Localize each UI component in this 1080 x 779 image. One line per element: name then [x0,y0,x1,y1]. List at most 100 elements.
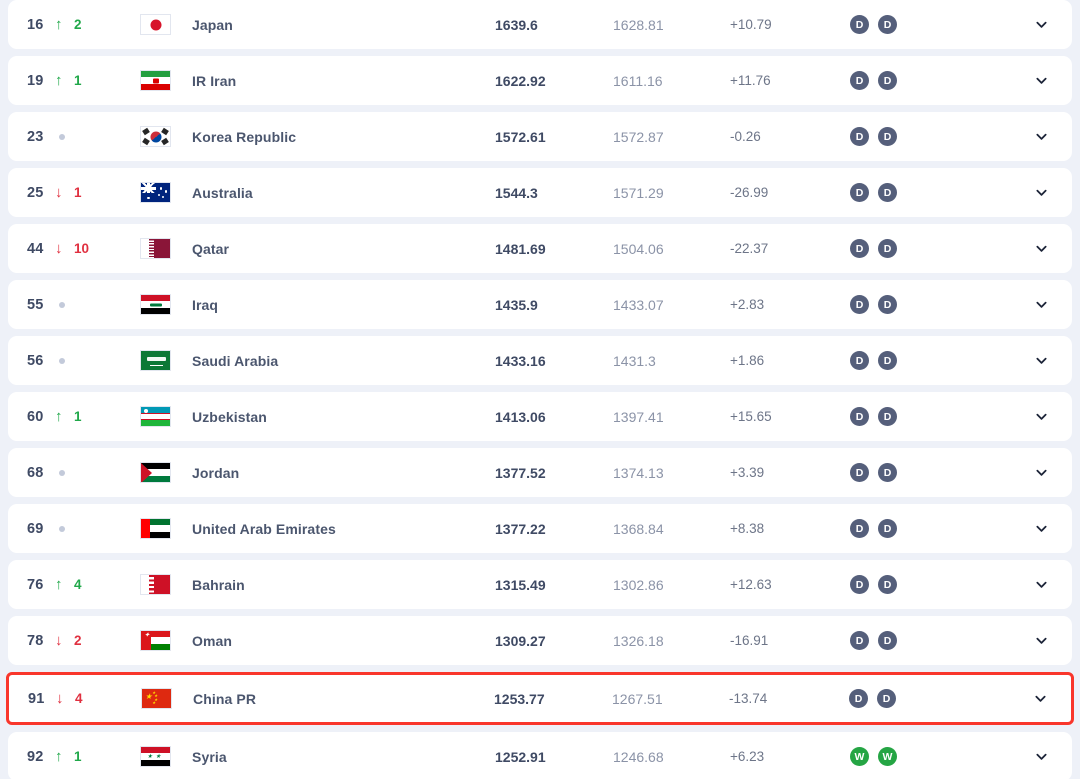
table-row[interactable]: 19 ↑ 1 IR Iran 1622.92 1611.16 +11.76 DD [8,56,1072,105]
form-badge[interactable]: D [878,407,897,426]
form-badge[interactable]: D [877,689,896,708]
form-badge[interactable]: D [850,631,869,650]
country-flag [140,462,192,483]
country-name[interactable]: China PR [193,691,494,707]
form-badge[interactable]: D [878,127,897,146]
table-row[interactable]: 76 ↑ 4 Bahrain 1315.49 1302.86 +12.63 DD [8,560,1072,609]
table-row[interactable]: 68 Jordan 1377.52 1374.13 +3.39 DD [8,448,1072,497]
country-name[interactable]: Uzbekistan [192,409,495,425]
form-badge[interactable]: D [878,575,897,594]
recent-form: DD [850,127,1010,146]
movement-value: 10 [74,241,90,256]
country-name[interactable]: Jordan [192,465,495,481]
chevron-down-icon [1034,692,1047,705]
country-name[interactable]: Korea Republic [192,129,495,145]
form-badge[interactable]: D [878,463,897,482]
movement-value: 4 [74,577,82,592]
country-name[interactable]: Saudi Arabia [192,353,495,369]
form-badge[interactable]: D [878,295,897,314]
form-badge[interactable]: D [850,183,869,202]
arrow-up-icon: ↑ [55,16,63,33]
country-name[interactable]: IR Iran [192,73,495,89]
expand-row-button[interactable] [1010,242,1072,255]
table-row[interactable]: 56 Saudi Arabia 1433.16 1431.3 +1.86 DD [8,336,1072,385]
recent-form: DD [850,295,1010,314]
chevron-down-icon [1035,130,1048,143]
arrow-down-icon: ↓ [55,240,63,257]
expand-row-button[interactable] [1010,578,1072,591]
points-value: 1481.69 [495,240,546,257]
rank-number: 55 [27,296,44,313]
form-badge[interactable]: D [850,519,869,538]
previous-points-value: 1504.06 [613,240,664,257]
table-row[interactable]: 91 ↓ 4 ★ ★ ★ ★ ★ China PR 1253.77 1267.51 -13… [6,672,1074,725]
previous-points-value: 1246.68 [613,748,664,765]
chevron-down-icon [1035,750,1048,763]
country-flag [140,350,192,371]
country-name[interactable]: Oman [192,633,495,649]
expand-row-button[interactable] [1010,18,1072,31]
previous-points-value: 1374.13 [613,464,664,481]
table-row[interactable]: 44 ↓ 10 Qatar 1481.69 1504.06 -22.37 DD [8,224,1072,273]
form-badge[interactable]: D [878,631,897,650]
form-badge[interactable]: D [850,575,869,594]
points-change-value: +2.83 [730,297,765,312]
expand-row-button[interactable] [1010,410,1072,423]
country-name[interactable]: Iraq [192,297,495,313]
form-badge[interactable]: W [878,747,897,766]
movement-value: 1 [74,749,82,764]
form-badge[interactable]: D [850,15,869,34]
table-row[interactable]: 69 United Arab Emirates 1377.22 1368.84 … [8,504,1072,553]
expand-row-button[interactable] [1009,692,1071,705]
country-name[interactable]: United Arab Emirates [192,521,495,537]
expand-row-button[interactable] [1010,522,1072,535]
expand-row-button[interactable] [1010,634,1072,647]
expand-row-button[interactable] [1010,186,1072,199]
arrow-up-icon: ↑ [55,748,63,765]
table-row[interactable]: 78 ↓ 2 ✦ Oman 1309.27 1326.18 -16.91 DD [8,616,1072,665]
country-name[interactable]: Australia [192,185,495,201]
form-badge[interactable]: D [850,239,869,258]
expand-row-button[interactable] [1010,298,1072,311]
form-badge[interactable]: D [878,71,897,90]
table-row[interactable]: 16 ↑ 2 Japan 1639.6 1628.81 +10.79 DD [8,0,1072,49]
country-name[interactable]: Qatar [192,241,495,257]
rank-movement [55,525,140,532]
country-name[interactable]: Syria [192,749,495,765]
table-row[interactable]: 60 ↑ 1 Uzbekistan 1413.06 1397.41 +15.65 … [8,392,1072,441]
expand-row-button[interactable] [1010,130,1072,143]
form-badge[interactable]: D [850,463,869,482]
country-name[interactable]: Japan [192,17,495,33]
country-name[interactable]: Bahrain [192,577,495,593]
expand-row-button[interactable] [1010,466,1072,479]
form-badge[interactable]: D [850,295,869,314]
expand-row-button[interactable] [1010,750,1072,763]
table-row[interactable]: 23 Korea Republic 1572.61 1572.87 -0.26 … [8,112,1072,161]
points-value: 1253.77 [494,690,545,707]
table-row[interactable]: 92 ↑ 1 ★★ Syria 1252.91 1246.68 +6.23 WW [8,732,1072,779]
form-badge[interactable]: D [878,183,897,202]
form-badge[interactable]: D [878,351,897,370]
country-flag: ★ ★ ★ ★ ★ [141,688,193,709]
form-badge[interactable]: D [878,239,897,258]
form-badge[interactable]: D [850,407,869,426]
form-badge[interactable]: D [850,351,869,370]
points-change-value: -16.91 [730,633,769,648]
points-value: 1639.6 [495,16,538,33]
form-badge[interactable]: D [878,15,897,34]
rank-number: 69 [27,520,44,537]
expand-row-button[interactable] [1010,354,1072,367]
points-value: 1572.61 [495,128,546,145]
rank-movement [55,133,140,140]
recent-form: DD [850,575,1010,594]
country-flag [140,294,192,315]
previous-points-value: 1326.18 [613,632,664,649]
form-badge[interactable]: D [850,127,869,146]
form-badge[interactable]: D [878,519,897,538]
expand-row-button[interactable] [1010,74,1072,87]
form-badge[interactable]: D [850,71,869,90]
form-badge[interactable]: D [849,689,868,708]
table-row[interactable]: 25 ↓ 1 Australia 1544.3 1571.29 -26.99 DD [8,168,1072,217]
form-badge[interactable]: W [850,747,869,766]
table-row[interactable]: 55 Iraq 1435.9 1433.07 +2.83 DD [8,280,1072,329]
